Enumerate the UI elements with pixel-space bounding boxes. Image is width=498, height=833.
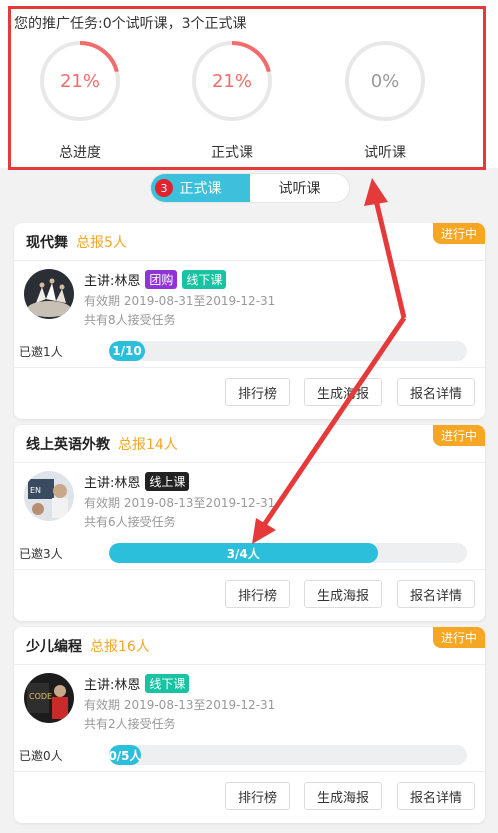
progress-track: 3/4人	[109, 543, 467, 563]
tag-online: 线上课	[145, 472, 190, 491]
accepted-count: 共有8人接受任务	[84, 313, 176, 327]
lecturer-name: 主讲:林恩	[84, 678, 141, 693]
tag-offline: 线下课	[145, 674, 190, 693]
status-badge: 进行中	[432, 627, 485, 648]
lecturer-name: 主讲:林恩	[84, 476, 141, 491]
accepted-count: 共有2人接受任务	[84, 717, 176, 731]
lecturer-row: 主讲:林恩 线上课	[84, 472, 190, 491]
validity-period: 有效期 2019-08-13至2019-12-31	[84, 496, 276, 510]
invited-count: 已邀1人	[19, 345, 63, 359]
progress-track: 1/10	[109, 341, 467, 361]
tab-formal-course[interactable]: 3 正式课	[151, 174, 250, 202]
invited-count: 已邀3人	[19, 547, 63, 561]
course-thumbnail: CODE	[24, 673, 74, 723]
card-actions: 排行榜 生成海报 报名详情	[14, 771, 485, 823]
status-badge: 进行中	[432, 223, 485, 244]
generate-poster-button[interactable]: 生成海报	[304, 378, 382, 406]
invite-progress: 已邀3人 3/4人	[14, 539, 485, 569]
course-thumbnail: EN	[24, 471, 74, 521]
svg-text:CODE: CODE	[29, 692, 52, 701]
progress-fill: 1/10	[109, 341, 145, 361]
course-type-tabs: 3 正式课 试听课	[150, 173, 350, 203]
ranking-button[interactable]: 排行榜	[225, 378, 290, 406]
enroll-details-button[interactable]: 报名详情	[397, 378, 475, 406]
course-info: EN 主讲:林恩 线上课 有效期 2019-08-13至2019-12-31 共…	[14, 463, 485, 539]
enroll-details-button[interactable]: 报名详情	[397, 782, 475, 810]
invite-progress: 已邀0人 0/5人	[14, 741, 485, 771]
generate-poster-button[interactable]: 生成海报	[304, 782, 382, 810]
progress-fill: 3/4人	[109, 543, 378, 563]
enroll-details-button[interactable]: 报名详情	[397, 580, 475, 608]
card-actions: 排行榜 生成海报 报名详情	[14, 569, 485, 621]
course-name: 线上英语外教	[26, 436, 110, 453]
course-name: 现代舞	[26, 234, 68, 251]
course-info: 主讲:林恩 团购 线下课 有效期 2019-08-31至2019-12-31 共…	[14, 261, 485, 337]
tab-label: 正式课	[179, 181, 222, 197]
ranking-button[interactable]: 排行榜	[225, 580, 290, 608]
progress-track: 0/5人	[109, 745, 467, 765]
generate-poster-button[interactable]: 生成海报	[304, 580, 382, 608]
status-badge: 进行中	[432, 425, 485, 446]
svg-text:EN: EN	[30, 486, 41, 495]
tag-group-buy: 团购	[145, 270, 178, 289]
card-actions: 排行榜 生成海报 报名详情	[14, 367, 485, 419]
course-card-header: 线上英语外教 总报14人 进行中	[14, 425, 485, 463]
course-card: 线上英语外教 总报14人 进行中 EN 主讲:林恩 线上课 有效期 2019-0…	[14, 425, 485, 621]
lecturer-name: 主讲:林恩	[84, 274, 141, 289]
course-card: 少儿编程 总报16人 进行中 CODE 主讲:林恩 线下课 有效期 2019-0…	[14, 627, 485, 823]
progress-fill: 0/5人	[109, 745, 142, 765]
course-info: CODE 主讲:林恩 线下课 有效期 2019-08-13至2019-12-31…	[14, 665, 485, 741]
invited-count: 已邀0人	[19, 749, 63, 763]
enroll-total: 总报16人	[90, 638, 150, 655]
course-card-header: 现代舞 总报5人 进行中	[14, 223, 485, 261]
course-card-header: 少儿编程 总报16人 进行中	[14, 627, 485, 665]
ranking-button[interactable]: 排行榜	[225, 782, 290, 810]
invite-progress: 已邀1人 1/10	[14, 337, 485, 367]
course-thumbnail	[24, 269, 74, 319]
annotation-highlight-box	[8, 6, 486, 170]
arrow-up-head	[364, 178, 388, 206]
count-badge: 3	[155, 179, 173, 197]
accepted-count: 共有6人接受任务	[84, 515, 176, 529]
enroll-total: 总报14人	[118, 436, 178, 453]
lecturer-row: 主讲:林恩 线下课	[84, 674, 190, 693]
tag-offline: 线下课	[182, 270, 227, 289]
validity-period: 有效期 2019-08-13至2019-12-31	[84, 698, 276, 712]
course-name: 少儿编程	[26, 638, 82, 655]
course-card: 现代舞 总报5人 进行中 主讲:林恩 团购 线下课 有效期 2019-08-31…	[14, 223, 485, 419]
enroll-total: 总报5人	[76, 234, 127, 251]
validity-period: 有效期 2019-08-31至2019-12-31	[84, 294, 276, 308]
tab-trial-course[interactable]: 试听课	[250, 174, 349, 202]
tab-label: 试听课	[278, 181, 321, 197]
lecturer-row: 主讲:林恩 团购 线下课	[84, 270, 227, 289]
